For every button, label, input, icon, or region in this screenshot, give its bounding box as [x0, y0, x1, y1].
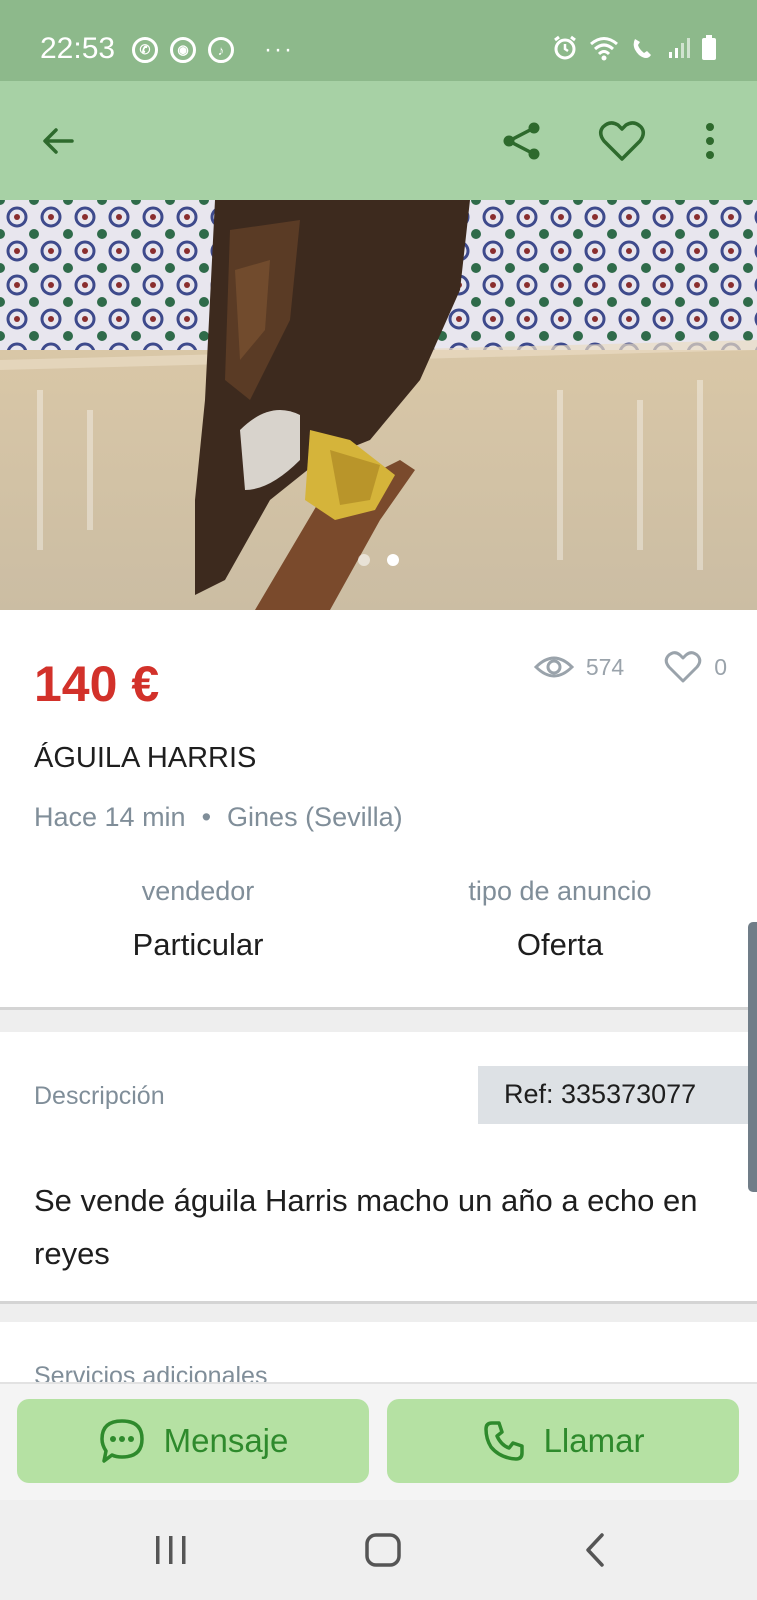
music-icon: ♪: [208, 37, 234, 63]
ad-type-value: Oferta: [516, 927, 604, 962]
chrome-icon: ◉: [170, 37, 196, 63]
listing-price: 140 €: [34, 656, 160, 712]
alarm-icon: [554, 35, 576, 60]
message-button-label: Mensaje: [163, 1422, 289, 1459]
message-button[interactable]: Mensaje: [17, 1399, 369, 1483]
recent-apps-icon: [156, 1536, 186, 1564]
description-card: Descripción Ref: 335373077 Se vende águi…: [0, 1032, 757, 1304]
listing-title: ÁGUILA HARRIS: [34, 742, 257, 774]
additional-services-label: Servicios adicionales: [34, 1362, 268, 1382]
whatsapp-icon: ✆: [132, 37, 158, 63]
phone-icon: [483, 1421, 524, 1461]
scrollbar-thumb[interactable]: [748, 922, 757, 1192]
gallery-dot-active: [387, 554, 399, 566]
call-button[interactable]: Llamar: [387, 1399, 739, 1483]
listing-stats: 574 0: [533, 650, 727, 684]
listing-summary-card: 140 € 574 0 ÁGUILA HARRIS Hace 14 min • Gi…: [0, 610, 757, 1010]
chat-bubble-icon: [99, 1419, 144, 1463]
status-app-icons: ✆ ◉ ♪ ···: [132, 36, 294, 64]
ad-type-info: tipo de anuncio Oferta: [380, 876, 740, 963]
ad-type-label: tipo de anuncio: [468, 876, 652, 906]
home-button[interactable]: [358, 1528, 408, 1572]
description-text: Se vende águila Harris macho un año a ec…: [34, 1183, 698, 1271]
share-icon: [503, 122, 540, 160]
listing-location: Gines (Sevilla): [227, 802, 403, 832]
recent-apps-button[interactable]: [146, 1528, 196, 1572]
back-nav-button[interactable]: [570, 1528, 620, 1572]
arrow-left-icon: [43, 128, 74, 154]
contact-action-bar: Mensaje Llamar: [0, 1382, 757, 1500]
seller-info: vendedor Particular: [18, 876, 378, 963]
signal-icon: [669, 38, 690, 58]
wifi-call-icon: [633, 39, 651, 58]
status-time: 22:53: [40, 32, 116, 65]
heart-outline-icon: [664, 651, 702, 683]
eye-icon: [533, 656, 574, 678]
favorite-button[interactable]: [596, 115, 648, 167]
meta-separator: •: [201, 802, 212, 832]
call-button-label: Llamar: [543, 1422, 645, 1459]
seller-value: Particular: [132, 927, 264, 962]
status-system-icons: [551, 34, 717, 62]
heart-icon: [599, 121, 645, 161]
seller-label: vendedor: [141, 876, 255, 906]
status-more-icon: ···: [264, 36, 294, 63]
home-icon: [365, 1533, 401, 1567]
more-vert-icon: [706, 123, 714, 159]
wifi-icon: [590, 37, 618, 61]
back-button[interactable]: [32, 115, 84, 167]
description-label: Descripción: [34, 1082, 165, 1110]
app-bar: [0, 81, 757, 200]
share-button[interactable]: [496, 115, 548, 167]
posted-time: Hace 14 min: [34, 802, 186, 832]
chevron-left-icon: [586, 1533, 604, 1567]
photo-gallery[interactable]: [0, 200, 757, 610]
status-bar: 22:53 ✆ ◉ ♪ ···: [0, 0, 757, 81]
gallery-dot: [358, 554, 370, 566]
views-count: 574: [585, 653, 625, 680]
reference-badge: Ref: 335373077: [478, 1066, 757, 1124]
battery-icon: [702, 35, 716, 60]
listing-photo: [0, 200, 757, 610]
favorites-count: 0: [714, 653, 727, 680]
listing-meta: Hace 14 min • Gines (Sevilla): [34, 802, 403, 833]
system-nav-bar: [0, 1500, 757, 1600]
more-options-button[interactable]: [684, 115, 736, 167]
additional-services-card: Servicios adicionales: [0, 1322, 757, 1382]
